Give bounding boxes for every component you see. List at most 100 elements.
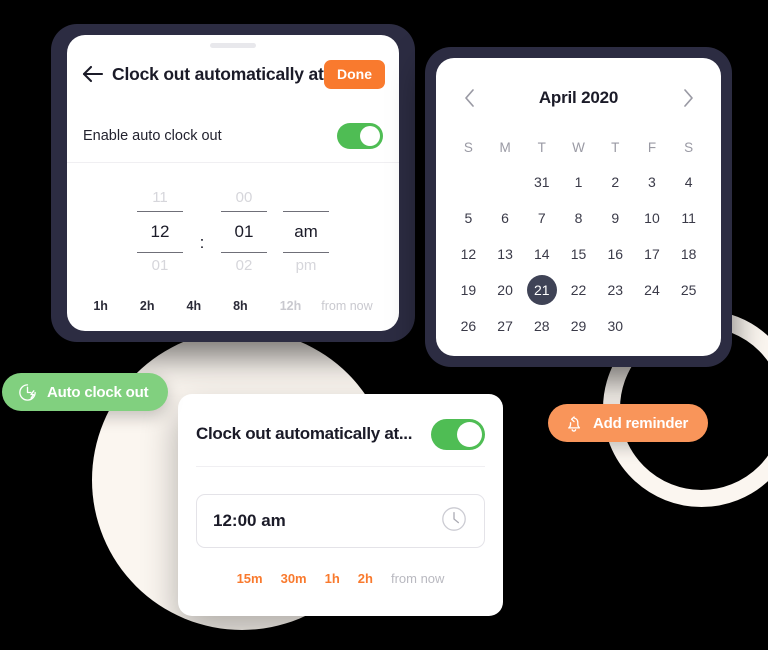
calendar-day-label: 26: [460, 318, 477, 334]
calendar-day-8[interactable]: 8: [560, 200, 597, 236]
done-button[interactable]: Done: [324, 59, 385, 89]
calendar-day-27[interactable]: 27: [487, 308, 524, 344]
calendar-day-12[interactable]: 12: [450, 236, 487, 272]
dow-thu: T: [611, 139, 620, 155]
calendar-day-5[interactable]: 5: [450, 200, 487, 236]
dow-fri: F: [647, 139, 657, 155]
calendar-day-label: 8: [574, 210, 583, 226]
card-auto-clockout: Clock out automatically at... 12:00 am 1…: [178, 394, 503, 616]
calendar-day-18[interactable]: 18: [670, 236, 707, 272]
calendar-day-label: 9: [611, 210, 620, 226]
calendar-day-label: 12: [460, 246, 477, 262]
calendar-day-1[interactable]: 1: [560, 164, 597, 200]
calendar-day-label: 31: [534, 174, 550, 190]
calendar-week-row: 12 13 14 15 16 17 18: [450, 236, 707, 272]
shortcut-12h[interactable]: 12h: [280, 299, 302, 313]
divider: [67, 162, 399, 163]
time-separator: :: [191, 185, 213, 253]
calendar-day-label: 30: [607, 318, 624, 334]
shortcut-1h[interactable]: 1h: [325, 571, 340, 586]
auto-clockout-shortcuts: 15m 30m 1h 2h from now: [178, 571, 503, 586]
calendar-week-row: 26 27 28 29 30: [450, 308, 707, 344]
minute-column[interactable]: 00 01 02: [213, 185, 275, 279]
calendar-day-21[interactable]: 21: [523, 272, 560, 308]
calendar-day-25[interactable]: 25: [670, 272, 707, 308]
enable-auto-clockout-toggle[interactable]: [337, 123, 383, 149]
calendar-day-4[interactable]: 4: [670, 164, 707, 200]
calendar-day-empty: [634, 308, 671, 344]
calendar-day-label: 16: [607, 246, 624, 262]
calendar-day-22[interactable]: 22: [560, 272, 597, 308]
shortcut-2h[interactable]: 2h: [140, 299, 155, 313]
meridiem-column[interactable]: am pm: [275, 185, 337, 279]
calendar-day-29[interactable]: 29: [560, 308, 597, 344]
calendar-day-13[interactable]: 13: [487, 236, 524, 272]
shortcut-1h[interactable]: 1h: [93, 299, 108, 313]
badge-auto-clock-out[interactable]: Auto clock out: [2, 373, 169, 411]
calendar-day-2[interactable]: 2: [597, 164, 634, 200]
chevron-right-icon[interactable]: [675, 85, 701, 111]
badge-add-reminder[interactable]: Add reminder: [548, 404, 709, 442]
calendar-day-7[interactable]: 7: [523, 200, 560, 236]
calendar-day-label: 27: [497, 318, 513, 334]
calendar-day-label: 7: [537, 210, 546, 226]
back-arrow-icon[interactable]: [81, 62, 105, 86]
calendar-day-10[interactable]: 10: [634, 200, 671, 236]
calendar-day-20[interactable]: 20: [487, 272, 524, 308]
minute-value: 01: [234, 222, 254, 241]
minute-prev-value: 00: [235, 189, 253, 206]
calendar-day-23[interactable]: 23: [597, 272, 634, 308]
calendar-day-6[interactable]: 6: [487, 200, 524, 236]
divider: [196, 466, 485, 467]
meridiem-next-value: pm: [295, 257, 317, 274]
calendar-day-label: 3: [648, 174, 656, 190]
shortcut-4h[interactable]: 4h: [187, 299, 202, 313]
calendar-day-label: 14: [534, 246, 550, 262]
auto-clockout-toggle[interactable]: [431, 418, 485, 450]
calendar-day-26[interactable]: 26: [450, 308, 487, 344]
time-input-value: 12:00 am: [213, 511, 286, 530]
shortcut-8h[interactable]: 8h: [233, 299, 248, 313]
calendar-day-24[interactable]: 24: [634, 272, 671, 308]
calendar-month-label: April 2020: [538, 88, 619, 107]
calendar-day-9[interactable]: 9: [597, 200, 634, 236]
calendar-day-label: 13: [497, 246, 513, 262]
calendar-dow-row: S M T W T F S: [450, 130, 707, 164]
hour-column[interactable]: 11 12 01: [129, 185, 191, 279]
calendar-day-3[interactable]: 3: [634, 164, 671, 200]
calendar-grid: S M T W T F S 31 1 2 3 4 5 6 7 8 9 10 11 12 13 14 15 16 1…: [450, 130, 707, 344]
clock-bolt-icon: [16, 381, 38, 403]
chevron-left-icon[interactable]: [456, 85, 482, 111]
shortcut-15m[interactable]: 15m: [237, 571, 263, 586]
calendar-week-row: 19 20 21 22 23 24 25: [450, 272, 707, 308]
calendar-day-label: 11: [681, 210, 696, 226]
calendar-day-label: [453, 167, 483, 197]
calendar-day-30[interactable]: 30: [597, 308, 634, 344]
calendar-day-label: 5: [464, 210, 473, 226]
dow-mon: M: [499, 139, 511, 155]
dow-sun: S: [463, 139, 473, 155]
calendar-day-16[interactable]: 16: [597, 236, 634, 272]
calendar-day-19[interactable]: 19: [450, 272, 487, 308]
calendar-day-label: 10: [644, 210, 660, 226]
calendar-day-label: 20: [497, 282, 513, 298]
shortcut-30m[interactable]: 30m: [281, 571, 307, 586]
time-input[interactable]: 12:00 am: [196, 494, 485, 548]
calendar-day-14[interactable]: 14: [523, 236, 560, 272]
calendar-day-label: 24: [644, 282, 660, 298]
calendar-day-label: [637, 311, 667, 341]
calendar-day-17[interactable]: 17: [634, 236, 671, 272]
calendar-day-label: 1: [574, 174, 583, 190]
hour-next-value: 01: [151, 257, 169, 274]
calendar-day-31[interactable]: 31: [523, 164, 560, 200]
calendar-day-11[interactable]: 11: [670, 200, 707, 236]
page-title: Clock out automatically at...: [112, 63, 324, 84]
badge-label: Add reminder: [593, 414, 689, 432]
calendar-day-15[interactable]: 15: [560, 236, 597, 272]
calendar-day-label: 6: [501, 210, 509, 226]
calendar-day-28[interactable]: 28: [523, 308, 560, 344]
shortcut-2h[interactable]: 2h: [358, 571, 373, 586]
shortcut-suffix-label: from now: [321, 299, 373, 313]
time-wheel: 11 12 01 : 00 01 02 am pm: [67, 185, 399, 305]
card-calendar: April 2020 S M T W T F S 31 1 2 3 4 5 6 7 8 9 10 11…: [436, 58, 721, 356]
